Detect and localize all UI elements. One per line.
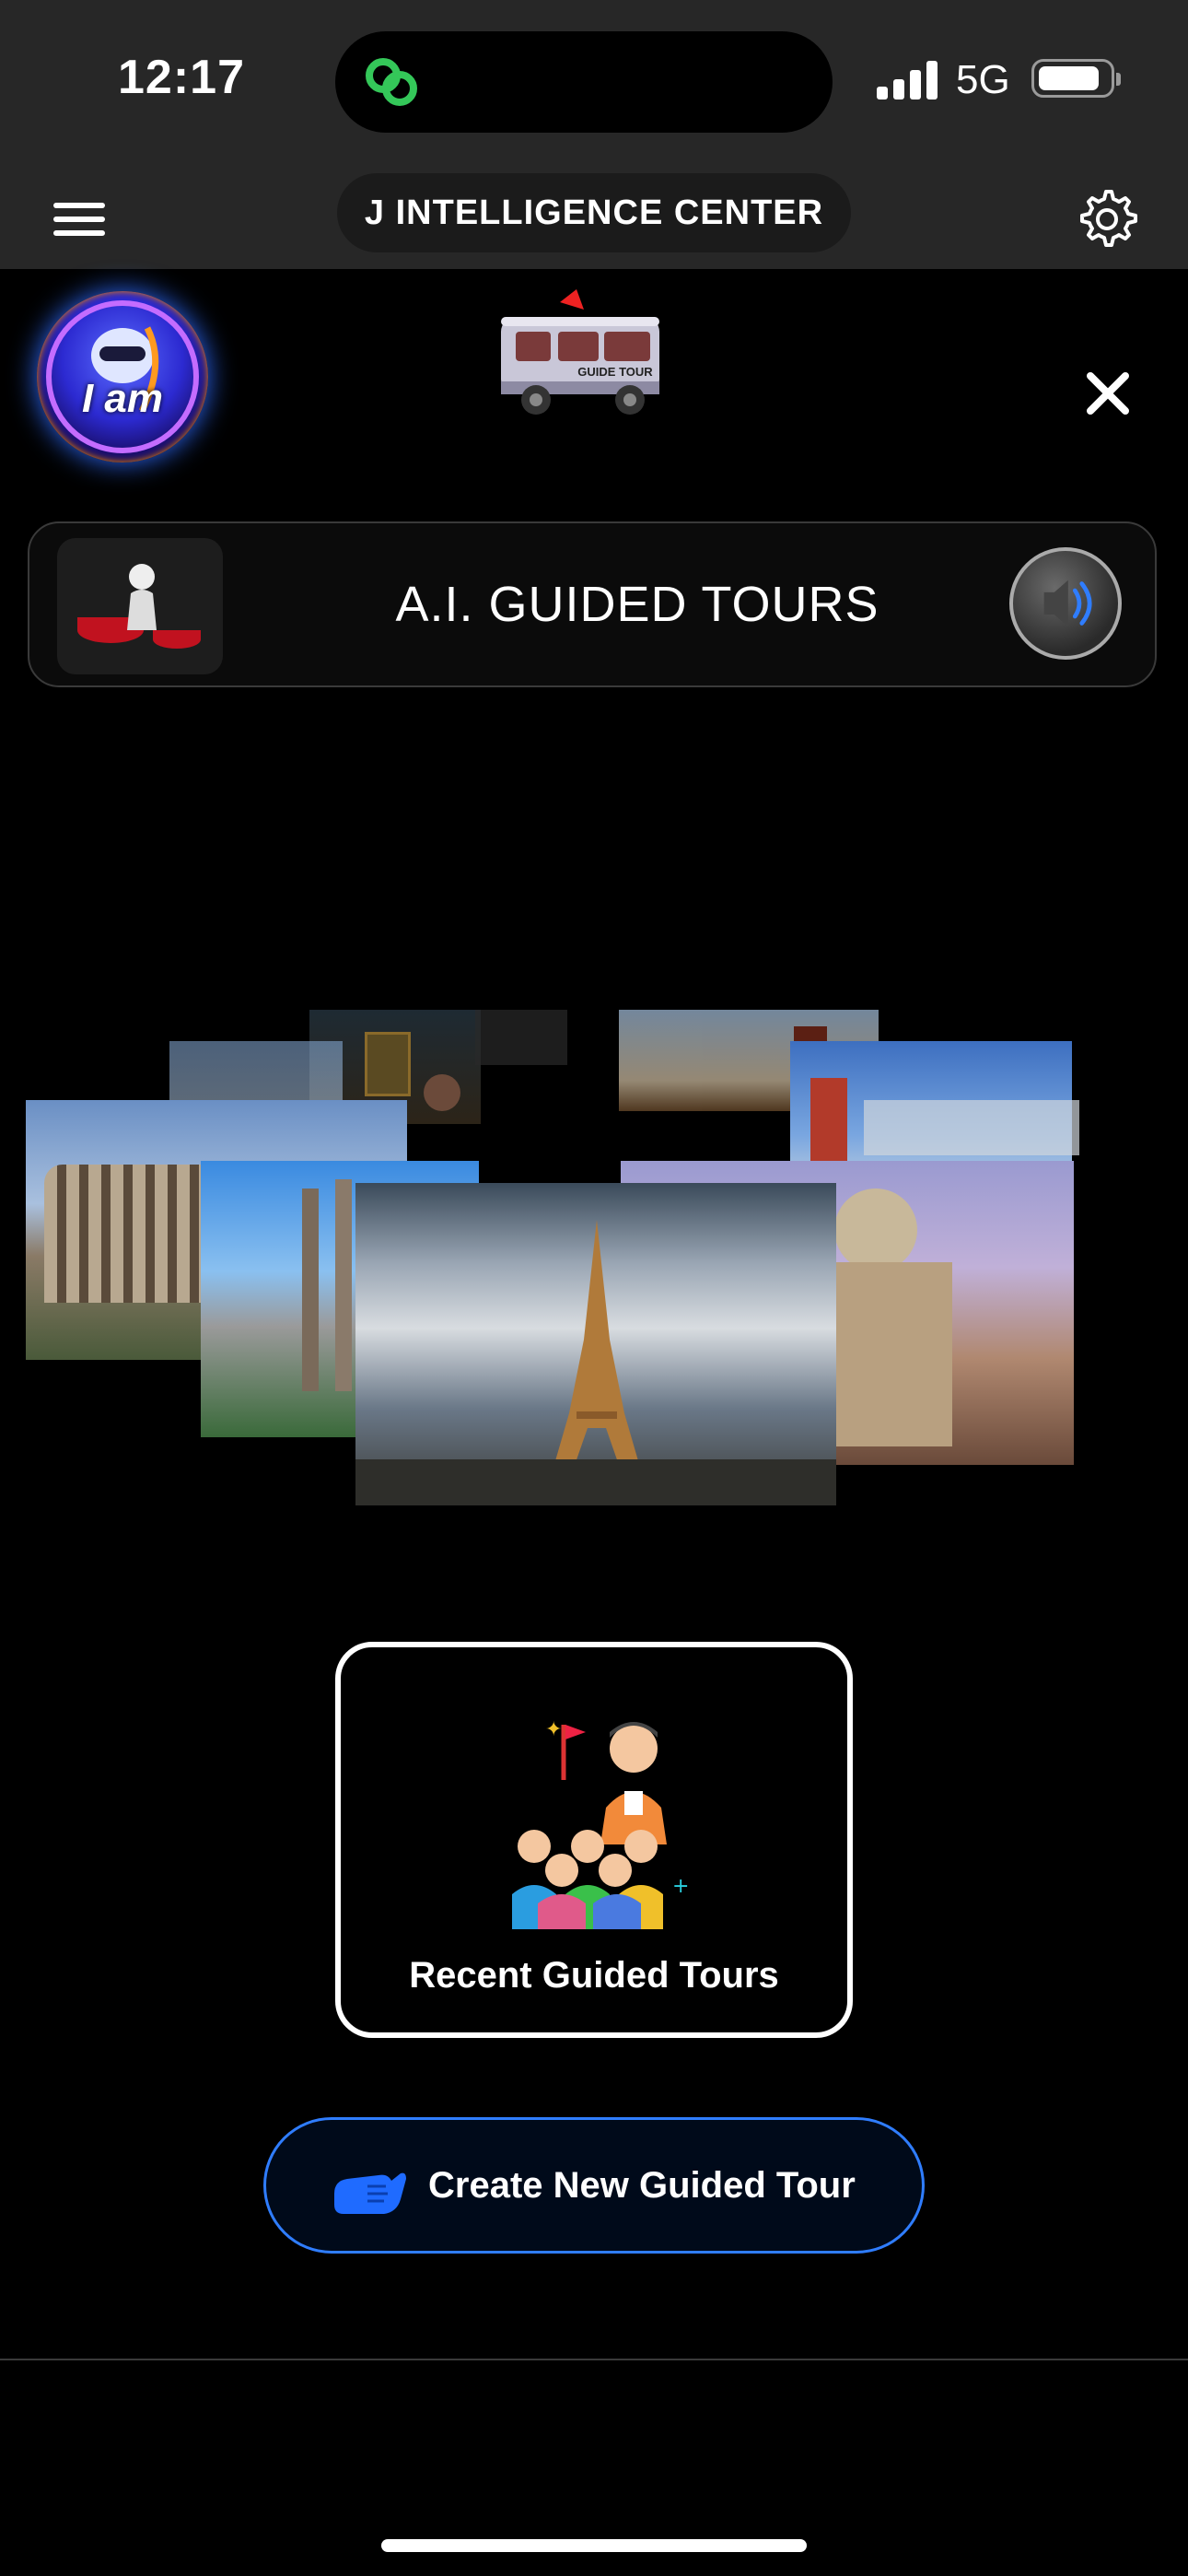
- create-new-guided-tour-label: Create New Guided Tour: [428, 2164, 856, 2206]
- bottom-divider: [0, 2359, 1188, 2360]
- guide-tour-van-icon: GUIDE TOUR: [501, 289, 659, 415]
- recent-guided-tours-button[interactable]: ✦ + Recent Guided Tours: [335, 1642, 853, 2038]
- home-indicator[interactable]: [381, 2539, 807, 2552]
- svg-text:✦: ✦: [545, 1718, 562, 1741]
- gear-icon[interactable]: [1074, 186, 1140, 252]
- banner-thumbnail: [57, 538, 223, 674]
- svg-text:+: +: [672, 1875, 689, 1898]
- recent-guided-tours-label: Recent Guided Tours: [409, 1955, 779, 1996]
- network-label: 5G: [956, 57, 1010, 102]
- speaker-icon: [1043, 580, 1092, 627]
- link-icon: [366, 58, 417, 106]
- pointing-hand-icon: [334, 2172, 406, 2214]
- status-time: 12:17: [118, 51, 245, 104]
- figure-question-icon: [77, 564, 201, 649]
- close-icon[interactable]: [1083, 369, 1133, 418]
- section-banner: A.I. GUIDED TOURS: [28, 521, 1157, 687]
- hamburger-icon: [53, 203, 105, 208]
- battery-icon: [1031, 59, 1121, 98]
- tour-guide-group-icon: ✦ +: [512, 1718, 689, 1929]
- app-title: J INTELLIGENCE CENTER: [337, 173, 851, 252]
- photo-crowd: [475, 1010, 567, 1065]
- avatar[interactable]: I am: [37, 291, 208, 463]
- speaker-button[interactable]: [1009, 547, 1122, 660]
- photo-eiffel-tower: [355, 1183, 836, 1505]
- photo-stadium: [864, 1100, 1079, 1155]
- destination-collage[interactable]: [0, 1004, 1188, 1520]
- avatar-text: I am: [81, 376, 164, 421]
- van-sign: GUIDE TOUR: [577, 365, 653, 379]
- signal-icon: [877, 61, 939, 100]
- create-new-guided-tour-button[interactable]: Create New Guided Tour: [263, 2117, 925, 2254]
- section-title: A.I. GUIDED TOURS: [395, 577, 879, 632]
- dynamic-island: [335, 31, 833, 133]
- menu-button[interactable]: [53, 201, 105, 238]
